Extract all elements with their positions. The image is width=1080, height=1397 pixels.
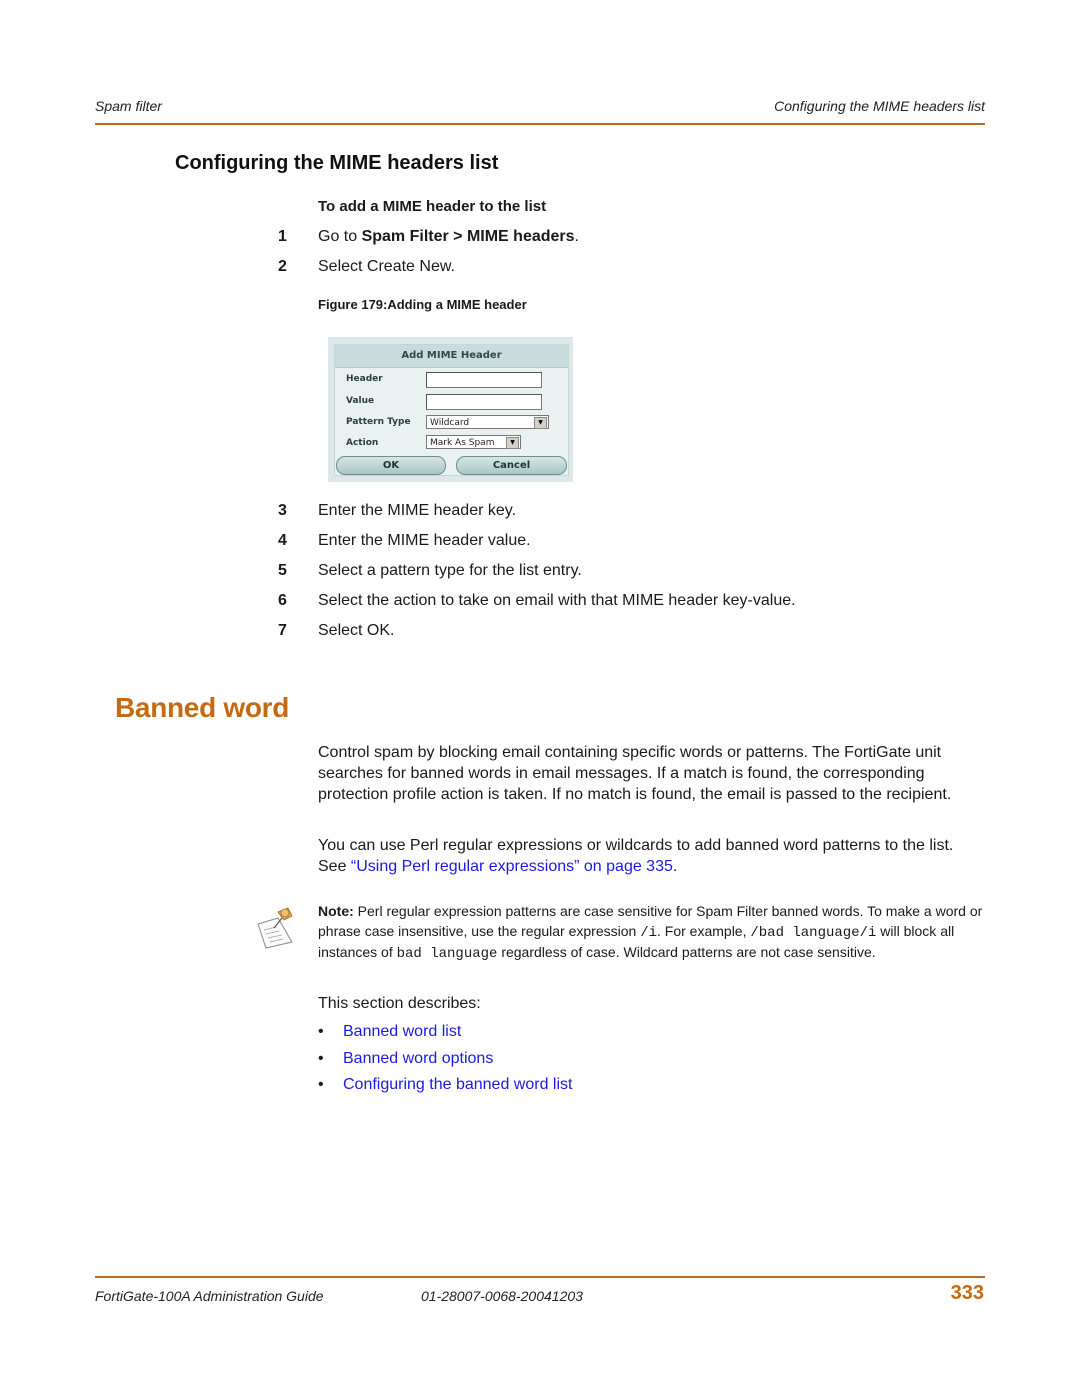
running-header-right: Configuring the MIME headers list	[774, 98, 985, 114]
code-snippet: /bad language/i	[750, 924, 877, 941]
dropdown-arrow-icon[interactable]: ▼	[534, 417, 547, 429]
pattern-type-value: Wildcard	[430, 418, 470, 428]
step-text: Select Create New.	[318, 258, 455, 275]
running-header-left: Spam filter	[95, 98, 162, 114]
dropdown-arrow-icon[interactable]: ▼	[506, 437, 519, 449]
note-text-4: regardless of case. Wildcard patterns ar…	[497, 944, 876, 960]
step-number: 1	[278, 228, 287, 245]
menu-path: Spam Filter > MIME headers	[361, 228, 575, 245]
footer-rule	[95, 1276, 985, 1278]
pattern-type-select[interactable]: Wildcard ▼	[426, 415, 549, 429]
action-value: Mark As Spam	[430, 438, 495, 448]
step-number: 5	[278, 562, 287, 579]
action-select[interactable]: Mark As Spam ▼	[426, 435, 521, 449]
step-2: 2 Select Create New.	[0, 258, 1080, 280]
header-rule	[95, 123, 985, 125]
perl-regex-link[interactable]: “Using Perl regular expressions” on page…	[351, 858, 673, 875]
step-number: 7	[278, 622, 287, 639]
figure-caption: Figure 179:Adding a MIME header	[318, 297, 527, 312]
note-text-2: . For example,	[657, 922, 751, 939]
step-text: Select the action to take on email with …	[318, 592, 796, 609]
header-input[interactable]	[426, 372, 542, 388]
section-title: Configuring the MIME headers list	[175, 152, 499, 174]
note-text: Note: Perl regular expression patterns a…	[318, 902, 983, 965]
step-text-suffix: .	[574, 228, 579, 245]
dialog-title: Add MIME Header	[335, 345, 568, 368]
banned-word-list-link[interactable]: Banned word list	[343, 1023, 461, 1041]
bullet-icon: •	[318, 1076, 324, 1093]
footer-doc-id: 01-28007-0068-20041203	[421, 1288, 583, 1304]
figure-add-mime-header: Add MIME Header Header Value Pattern Typ…	[328, 337, 573, 482]
step-number: 3	[278, 502, 287, 519]
intro-paragraph: Control spam by blocking email containin…	[318, 744, 952, 803]
page-number: 333	[950, 1282, 984, 1304]
bullet-icon: •	[318, 1050, 324, 1067]
step-1: 1 Go to Spam Filter > MIME headers.	[0, 228, 1080, 250]
step-number: 6	[278, 592, 287, 609]
code-snippet: bad language	[396, 946, 498, 962]
value-label: Value	[346, 396, 375, 406]
procedure-title: To add a MIME header to the list	[318, 198, 547, 215]
step-7: 7 Select OK.	[0, 622, 1080, 644]
header-label: Header	[346, 374, 383, 384]
step-text: Select OK.	[318, 622, 395, 639]
ok-button[interactable]: OK	[336, 456, 446, 475]
bullet-icon: •	[318, 1023, 324, 1040]
step-text: Go to Spam Filter > MIME headers.	[318, 228, 579, 246]
footer-guide-title: FortiGate-100A Administration Guide	[95, 1288, 324, 1304]
regex-paragraph: You can use Perl regular expressions or …	[318, 835, 983, 877]
section-describes: This section describes:	[318, 995, 481, 1012]
step-text-prefix: Go to	[318, 228, 362, 245]
banned-word-options-link[interactable]: Banned word options	[343, 1050, 493, 1068]
add-mime-header-dialog: Add MIME Header Header Value Pattern Typ…	[334, 344, 569, 476]
note-pin-icon	[252, 904, 298, 950]
step-number: 4	[278, 532, 287, 549]
step-4: 4 Enter the MIME header value.	[0, 532, 1080, 554]
note-label: Note:	[318, 903, 354, 919]
chapter-title: Banned word	[115, 692, 290, 723]
step-text: Enter the MIME header value.	[318, 532, 531, 549]
step-3: 3 Enter the MIME header key.	[0, 502, 1080, 524]
step-text: Select a pattern type for the list entry…	[318, 562, 582, 579]
code-snippet: /i	[640, 924, 657, 941]
configuring-banned-word-list-link[interactable]: Configuring the banned word list	[343, 1076, 572, 1094]
cancel-button[interactable]: Cancel	[456, 456, 567, 475]
step-6: 6 Select the action to take on email wit…	[0, 592, 1080, 614]
regex-paragraph-suffix: .	[672, 858, 678, 875]
pattern-type-label: Pattern Type	[346, 417, 411, 427]
value-input[interactable]	[426, 394, 542, 410]
step-5: 5 Select a pattern type for the list ent…	[0, 562, 1080, 584]
step-number: 2	[278, 258, 287, 275]
step-text: Enter the MIME header key.	[318, 502, 517, 519]
action-label: Action	[346, 438, 379, 448]
